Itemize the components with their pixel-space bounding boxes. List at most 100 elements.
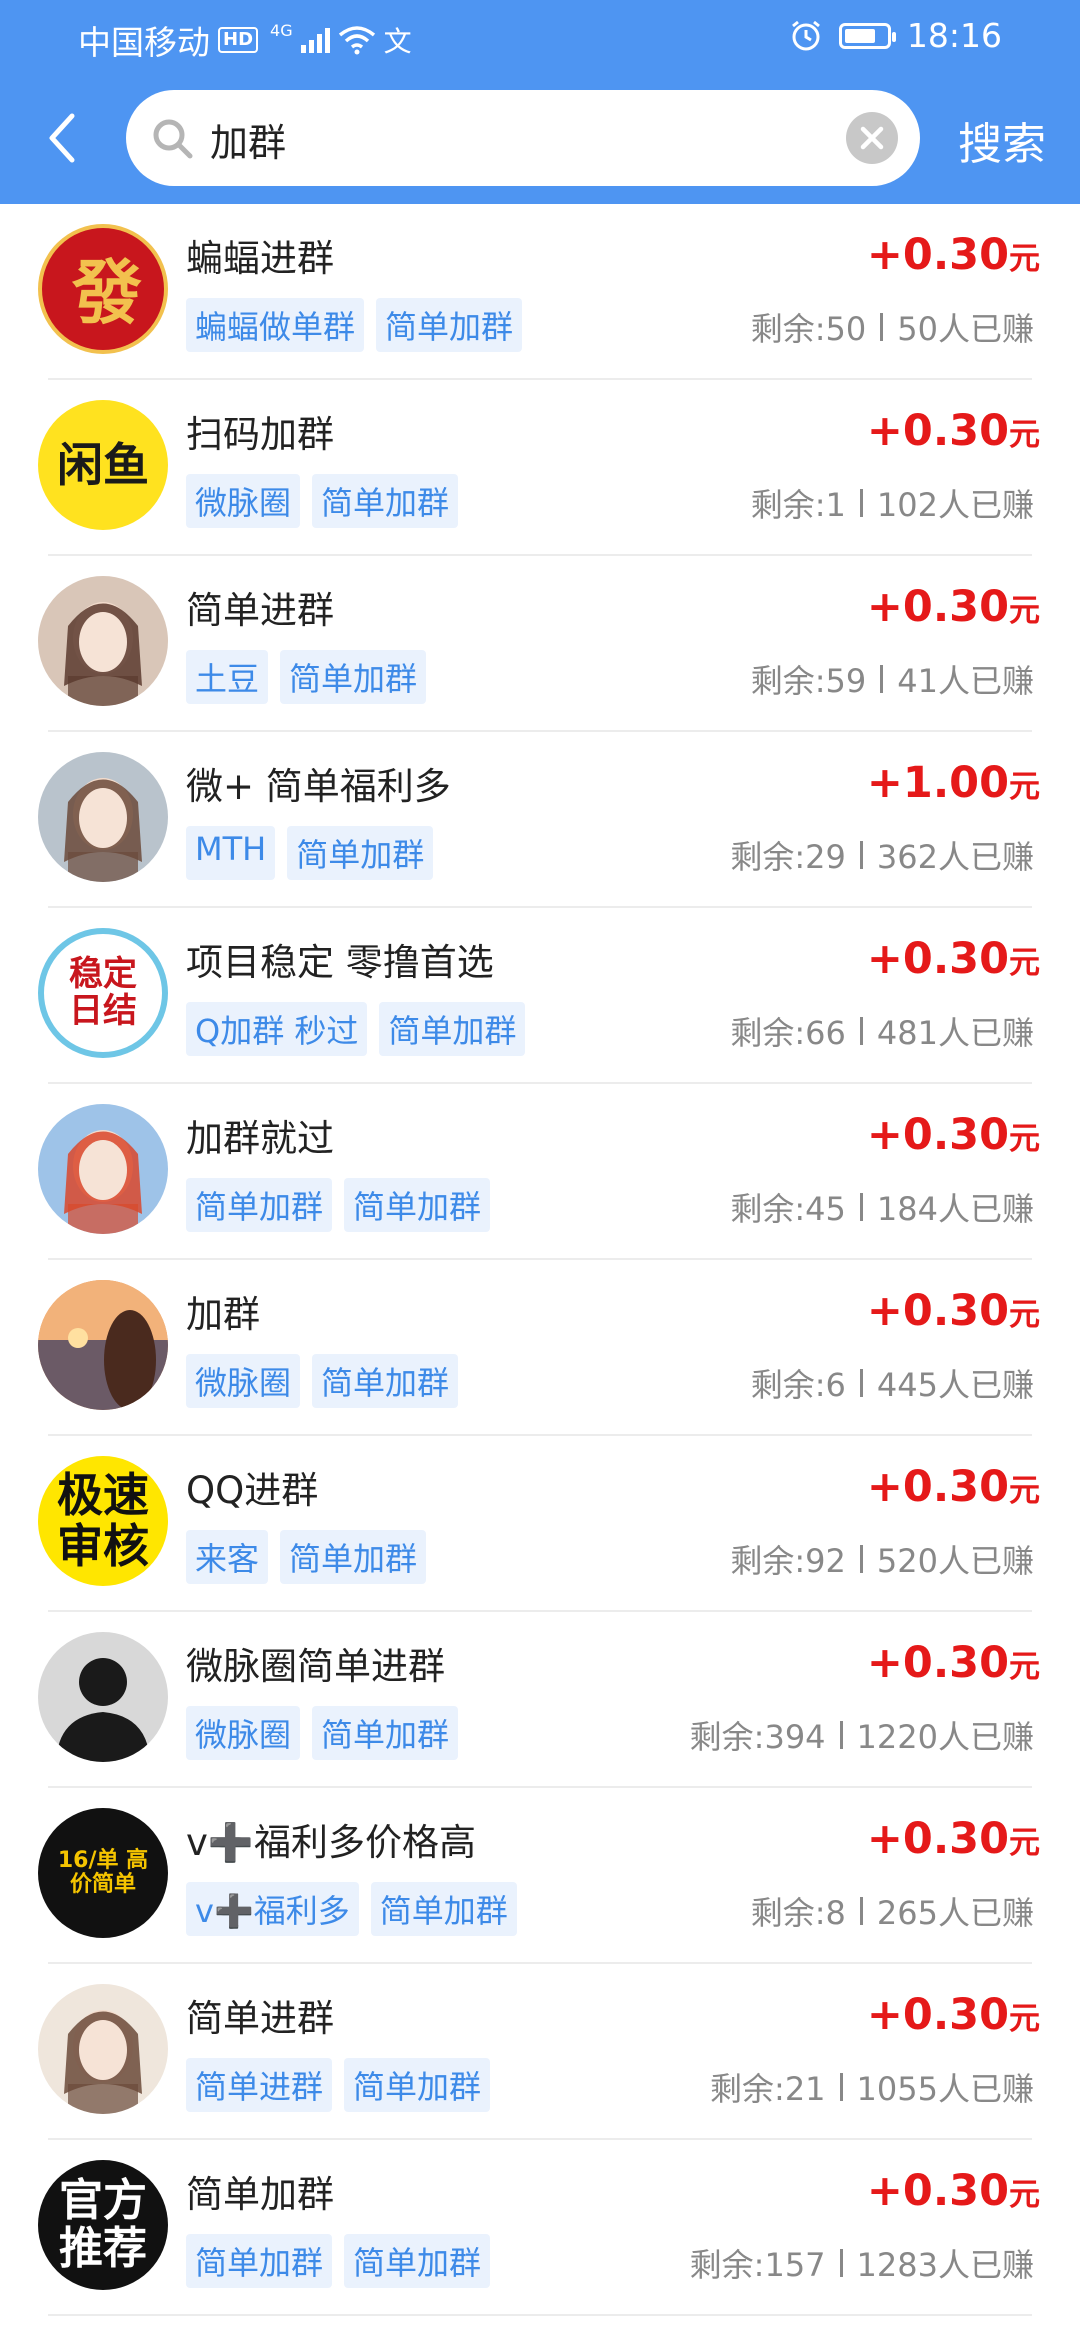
task-tags: 微脉圈 简单加群 xyxy=(186,1354,459,1408)
task-list-item[interactable]: 极速审核 QQ进群来客 简单加群 +0.30元剩余:92 520人已赚 xyxy=(0,1436,1080,1612)
task-tags: 土豆 简单加群 xyxy=(186,650,427,704)
task-list-item[interactable]: 加群就过 简单加群 简单加群 +0.30元 剩余:45 184人已赚 xyxy=(0,1084,1080,1260)
earned-count: 1283人已赚 xyxy=(856,2246,1034,2284)
task-tag: 简单进群 xyxy=(186,2058,333,2112)
reward-unit: 元 xyxy=(1009,1473,1040,1509)
remaining-count: 剩余:157 xyxy=(689,2246,826,2284)
task-stats: 剩余:1 102人已赚 xyxy=(751,480,1034,526)
task-tag: 简单加群 xyxy=(280,1530,427,1584)
task-avatar xyxy=(38,1632,168,1762)
task-stats: 剩余:66 481人已赚 xyxy=(730,1008,1034,1054)
avatar-label: 极速审核 xyxy=(57,1468,149,1573)
avatar-photo xyxy=(64,602,142,706)
earned-count: 362人已赚 xyxy=(876,838,1034,876)
search-button[interactable]: 搜索 xyxy=(958,108,1046,172)
stats-divider xyxy=(859,1017,863,1045)
reward-unit: 元 xyxy=(1009,1825,1040,1861)
earned-count: 184人已赚 xyxy=(876,1190,1034,1228)
chevron-left-icon xyxy=(49,113,75,163)
task-reward: +0.30元 xyxy=(867,1814,1040,1864)
reward-amount: +0.30 xyxy=(866,1462,1009,1512)
translate-icon: 文 xyxy=(383,25,412,58)
remaining-count: 剩余:1 xyxy=(750,486,846,524)
wifi-icon xyxy=(338,26,375,55)
task-title: 蝙蝠进群 xyxy=(186,237,334,280)
stats-divider xyxy=(859,1369,863,1397)
task-title: 扫码加群 xyxy=(186,413,334,456)
signal-icon xyxy=(300,27,330,53)
task-reward: +0.30元 xyxy=(867,1286,1040,1336)
remaining-count: 剩余:59 xyxy=(750,662,867,700)
task-tags: Q加群 秒过 简单加群 xyxy=(186,1002,526,1056)
task-tag: 简单加群 xyxy=(280,650,427,704)
stats-divider xyxy=(859,1897,863,1925)
battery-icon xyxy=(838,22,896,49)
status-bar: 中国移动 HD 4G 文 18:16 xyxy=(0,0,1080,72)
task-tag: 简单加群 xyxy=(186,1178,333,1232)
stats-divider xyxy=(859,489,863,517)
task-avatar: 16/单 高价简单 xyxy=(38,1808,168,1938)
task-list-item[interactable]: 简单进群 简单进群 简单加群 +0.30元 剩余:21 1055人已赚 xyxy=(0,1964,1080,2140)
reward-amount: +0.30 xyxy=(866,934,1009,984)
search-input[interactable] xyxy=(208,108,812,170)
task-list-item[interactable]: 16/单 高价简单 v➕福利多价格高 v➕福利多 简单加群 +0.30元剩余:8 265人… xyxy=(0,1788,1080,1964)
task-tag: 来客 xyxy=(186,1530,269,1584)
stats-divider xyxy=(839,1721,843,1749)
task-title: QQ进群 xyxy=(186,1469,319,1512)
remaining-count: 剩余:50 xyxy=(750,310,867,348)
task-list-item[interactable]: 稳定日结 项目稳定 零撸首选 Q加群 秒过 简单加群 +0.30元 剩余:66 481人已赚 xyxy=(0,908,1080,1084)
task-tag: 简单加群 xyxy=(376,298,523,352)
task-avatar xyxy=(38,1280,168,1410)
app-header: 中国移动 HD 4G 文 18:16 加群 搜索 xyxy=(0,0,1080,204)
earned-count: 1220人已赚 xyxy=(856,1718,1034,1756)
task-tag: Q加群 秒过 xyxy=(186,1002,368,1056)
hd-badge: HD xyxy=(218,27,259,53)
avatar-label: 闲鱼 xyxy=(57,437,149,492)
task-tags: v➕福利多 简单加群 xyxy=(186,1882,517,1936)
task-title: 微脉圈简单进群 xyxy=(186,1645,445,1688)
task-tag: 微脉圈 xyxy=(186,474,301,528)
task-tag: 简单加群 xyxy=(312,1706,459,1760)
task-tag: 简单加群 xyxy=(312,474,459,528)
task-list-item[interactable]: 加群 微脉圈 简单加群 +0.30元 剩余:6 445人已赚 xyxy=(0,1260,1080,1436)
task-tag: v➕福利多 xyxy=(186,1882,359,1936)
task-list-item[interactable]: 微脉圈简单进群 微脉圈 简单加群 +0.30元 剩余:394 1220人已赚 xyxy=(0,1612,1080,1788)
task-tag: 微脉圈 xyxy=(186,1706,301,1760)
remaining-count: 剩余:8 xyxy=(750,1894,846,1932)
avatar-label: 發 xyxy=(72,251,142,334)
reward-amount: +0.30 xyxy=(866,1638,1009,1688)
task-list-item[interactable]: 闲鱼 扫码加群 微脉圈 简单加群 +0.30元 剩余:1 102人已赚 xyxy=(0,380,1080,556)
task-tags: 简单加群 简单加群 xyxy=(186,2234,491,2288)
task-tag: 微脉圈 xyxy=(186,1354,301,1408)
task-reward: +0.30元 xyxy=(867,1462,1040,1512)
task-avatar: 發 xyxy=(38,224,168,354)
remaining-count: 剩余:66 xyxy=(730,1014,846,1052)
task-reward: +1.00元 xyxy=(867,758,1040,808)
task-list-item[interactable]: 简单进群 土豆 简单加群 +0.30元 剩余:59 41人已赚 xyxy=(0,556,1080,732)
task-stats: 剩余:157 1283人已赚 xyxy=(690,2240,1034,2286)
task-tags: 简单进群 简单加群 xyxy=(186,2058,491,2112)
alarm-icon xyxy=(791,20,820,50)
task-title: v➕福利多价格高 xyxy=(186,1821,476,1864)
task-avatar xyxy=(38,752,168,882)
task-stats: 剩余:92 520人已赚 xyxy=(730,1536,1034,1582)
back-button[interactable] xyxy=(40,108,90,168)
task-reward: +0.30元 xyxy=(867,2166,1040,2216)
reward-unit: 元 xyxy=(1009,2177,1040,2213)
avatar-label: 16/单 高价简单 xyxy=(57,1847,149,1897)
task-list-item[interactable]: 官方推荐 简单加群 简单加群 简单加群 +0.30元 剩余:157 1283人已赚 xyxy=(0,2140,1080,2316)
clear-search-button[interactable] xyxy=(846,112,898,164)
task-reward: +0.30元 xyxy=(867,1638,1040,1688)
reward-amount: +0.30 xyxy=(866,1110,1009,1160)
reward-amount: +0.30 xyxy=(866,2166,1009,2216)
task-list-item[interactable]: 微+ 简单福利多 MTH 简单加群 +1.00元 剩余:29 362人已赚 xyxy=(0,732,1080,908)
task-tag: 简单加群 xyxy=(344,1178,491,1232)
clock-time: 18:16 xyxy=(906,16,1002,55)
stats-divider xyxy=(859,841,863,869)
status-left: 中国移动 HD 4G 文 xyxy=(78,16,412,64)
earned-count: 481人已赚 xyxy=(876,1014,1034,1052)
task-list-item[interactable]: 發 蝙蝠进群 蝙蝠做单群 简单加群 +0.30元 剩余:50 50人已赚 xyxy=(0,204,1080,380)
task-avatar: 稳定日结 xyxy=(38,928,168,1058)
task-stats: 剩余:8 265人已赚 xyxy=(751,1888,1034,1934)
search-box[interactable] xyxy=(126,90,920,186)
